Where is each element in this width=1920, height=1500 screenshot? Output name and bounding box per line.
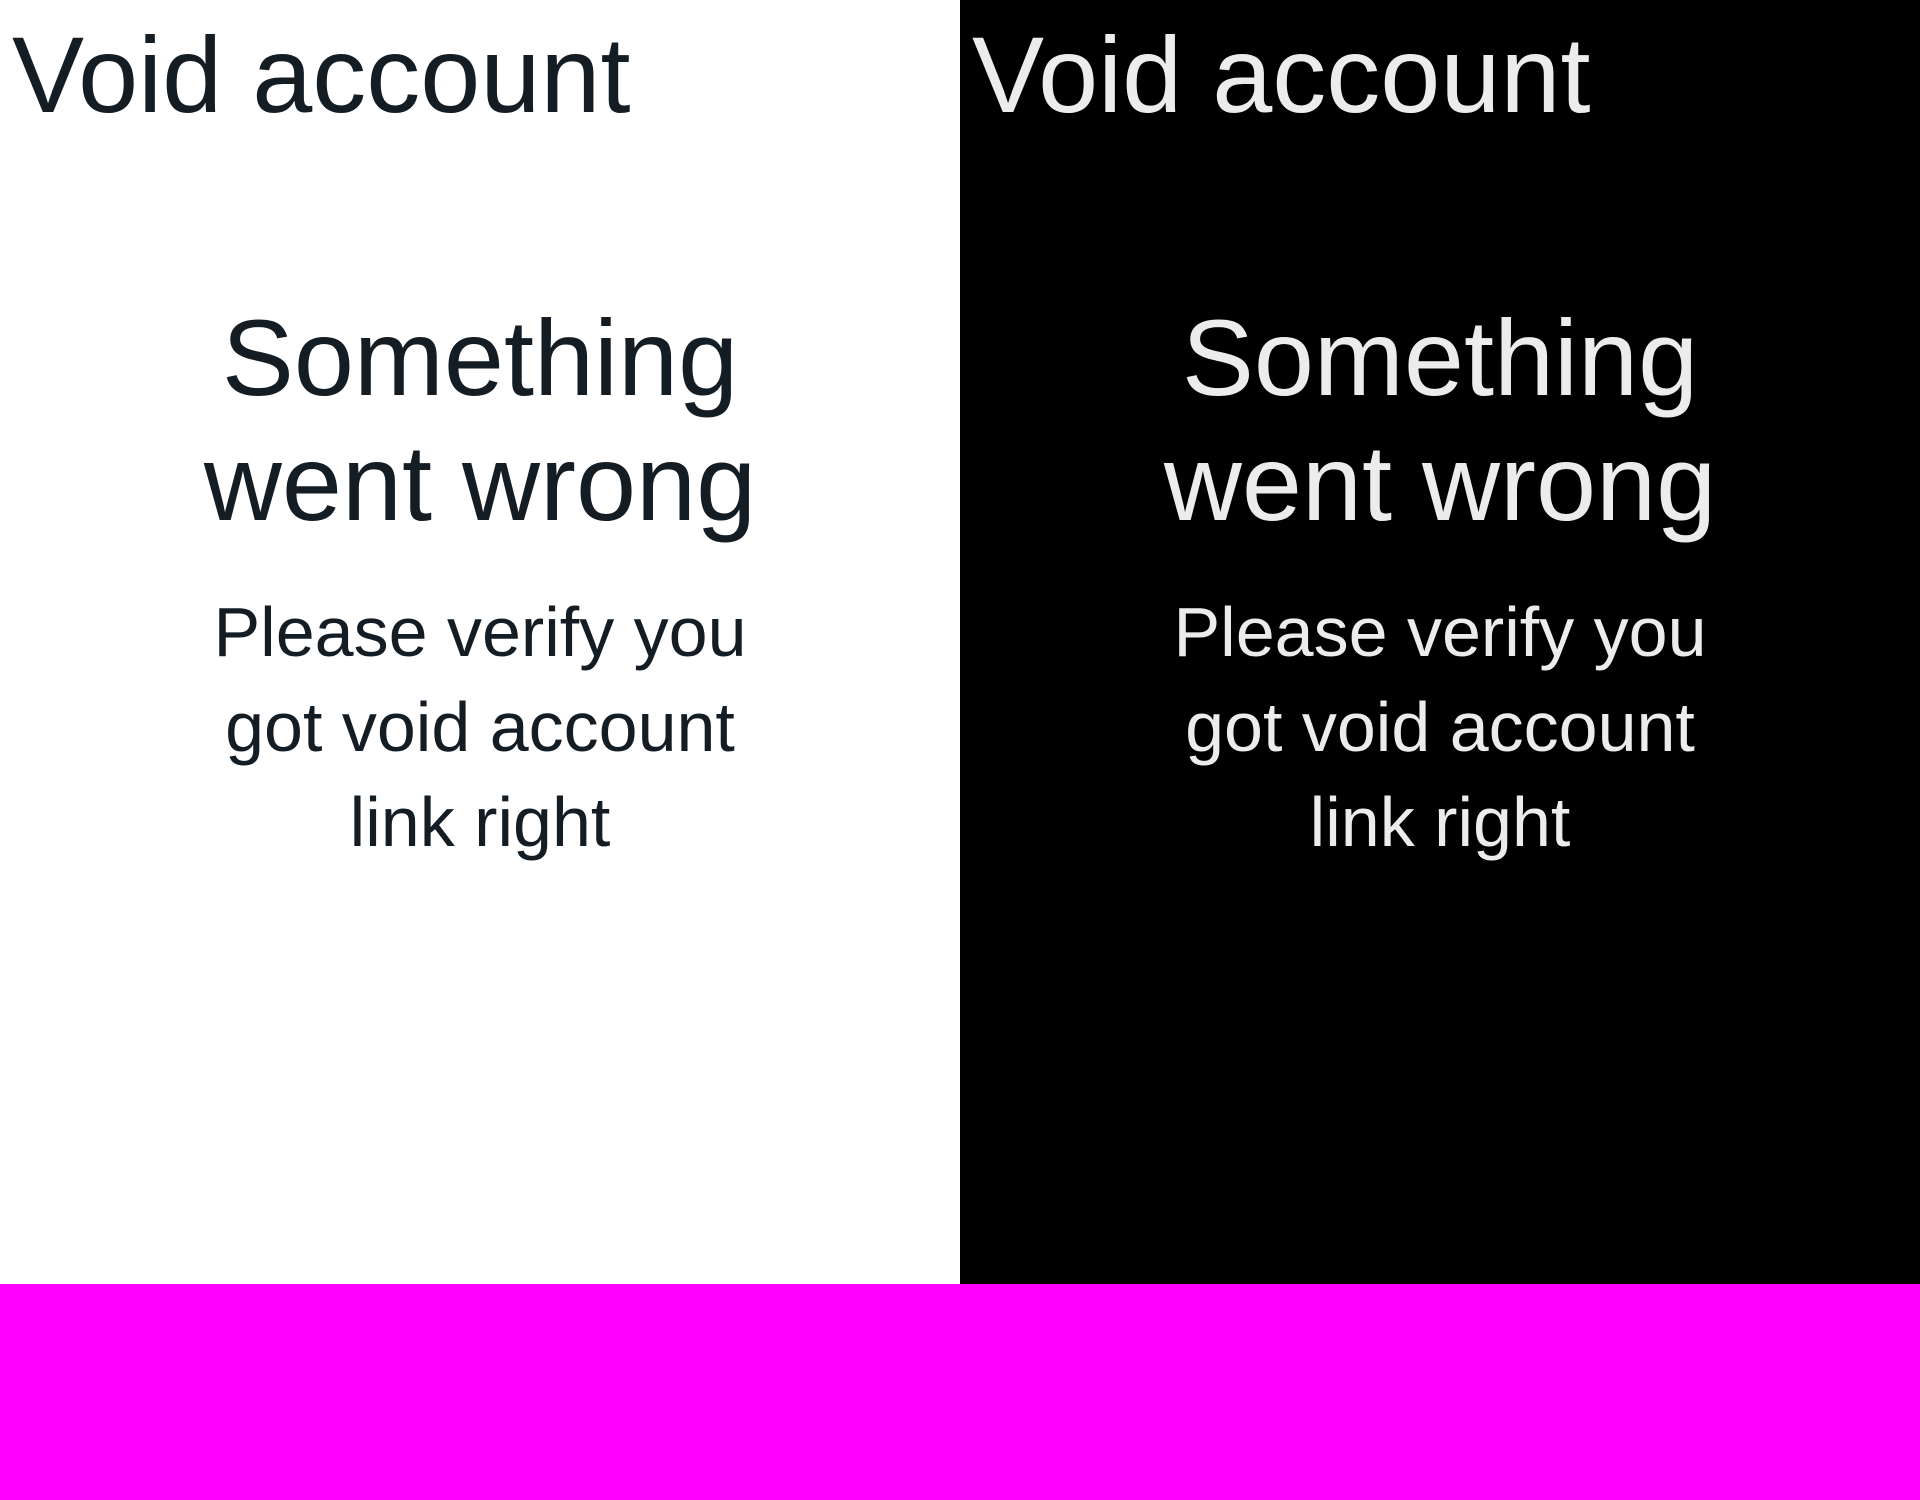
- theme-comparison: Void account Something went wrong Please…: [0, 0, 1920, 1284]
- light-theme-panel: Void account Something went wrong Please…: [0, 0, 960, 1284]
- app-title: Void account: [12, 14, 631, 135]
- dark-theme-panel: Void account Something went wrong Please…: [960, 0, 1920, 1284]
- error-message: Please verify you got void account link …: [1173, 593, 1707, 861]
- error-state: Something went wrong Please verify you g…: [0, 295, 960, 870]
- screenshot-canvas: Void account Something went wrong Please…: [0, 0, 1920, 1500]
- error-state: Something went wrong Please verify you g…: [960, 295, 1920, 870]
- error-message: Please verify you got void account link …: [213, 593, 747, 861]
- app-title: Void account: [972, 14, 1591, 135]
- error-title: Something went wrong: [203, 297, 757, 543]
- error-title: Something went wrong: [1163, 297, 1717, 543]
- magenta-footer-strip: [0, 1284, 1920, 1500]
